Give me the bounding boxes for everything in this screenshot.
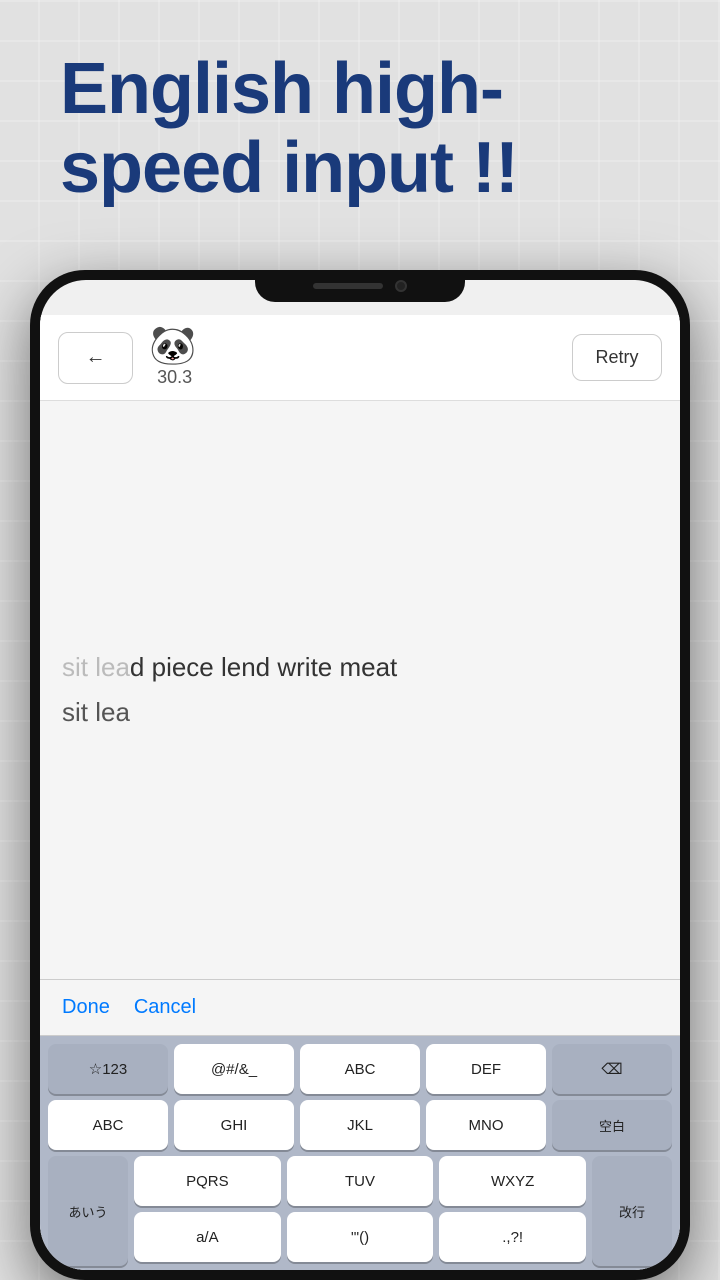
phone-notch (255, 270, 465, 302)
phone-screen: ← 🐼 30.3 Retry sit lead piece lend write… (40, 280, 680, 1270)
key-punct[interactable]: .,?! (439, 1212, 586, 1262)
key-aiue-label: あいう (68, 1202, 107, 1221)
key-abc2-label: ABC (93, 1117, 124, 1134)
key-pqrs-label: PQRS (186, 1173, 229, 1190)
panda-mascot: 🐼 30.3 (149, 327, 196, 388)
key-wxyz[interactable]: WXYZ (439, 1156, 586, 1206)
keyboard-row-1: ☆123 @#/&_ ABC DEF ⌫ (48, 1044, 672, 1094)
input-text: sit lea (62, 697, 658, 728)
panda-emoji: 🐼 (149, 327, 196, 365)
notch-camera (395, 280, 407, 292)
key-abc2[interactable]: ABC (48, 1100, 168, 1150)
key-abc[interactable]: ABC (300, 1044, 420, 1094)
keyboard-row-2: ABC GHI JKL MNO 空白 (48, 1100, 672, 1150)
key-quotes[interactable]: '"() (287, 1212, 434, 1262)
key-quotes-label: '"() (351, 1229, 369, 1246)
text-area: sit lead piece lend write meat sit lea (40, 401, 680, 979)
key-punct-label: .,?! (502, 1229, 523, 1246)
key-space-kanji[interactable]: 空白 (552, 1100, 672, 1150)
key-star123[interactable]: ☆123 (48, 1044, 168, 1094)
done-button[interactable]: Done (62, 996, 110, 1019)
typed-text: sit lea (62, 652, 130, 682)
key-aiue[interactable]: あいう (48, 1156, 128, 1266)
action-bar: Done Cancel (40, 980, 680, 1036)
key-ghi-label: GHI (221, 1117, 248, 1134)
key-abc-label: ABC (345, 1061, 376, 1078)
remaining-text: d piece lend write meat (130, 652, 397, 682)
key-pqrs[interactable]: PQRS (134, 1156, 281, 1206)
top-bar: ← 🐼 30.3 Retry (40, 315, 680, 401)
phone-frame: ← 🐼 30.3 Retry sit lead piece lend write… (30, 270, 690, 1280)
retry-button[interactable]: Retry (572, 334, 662, 381)
keyboard-row-34: あいう PQRS TUV WXYZ (48, 1156, 672, 1266)
back-arrow-icon: ← (86, 346, 106, 369)
target-text: sit lead piece lend write meat (62, 652, 658, 683)
keyboard-middle-keys: PQRS TUV WXYZ a/A (134, 1156, 586, 1266)
keyboard-row-3: PQRS TUV WXYZ (134, 1156, 586, 1206)
key-jkl[interactable]: JKL (300, 1100, 420, 1150)
key-shift-label: a/A (196, 1229, 219, 1246)
back-button[interactable]: ← (58, 332, 133, 384)
keyboard: ☆123 @#/&_ ABC DEF ⌫ (40, 1036, 680, 1270)
key-jkl-label: JKL (347, 1117, 373, 1134)
key-mno[interactable]: MNO (426, 1100, 546, 1150)
backspace-icon: ⌫ (601, 1060, 622, 1078)
key-enter[interactable]: 改行 (592, 1156, 672, 1266)
key-ghi[interactable]: GHI (174, 1100, 294, 1150)
key-def-label: DEF (471, 1061, 501, 1078)
hero-title: English high-speed input !! (60, 50, 660, 208)
key-tuv[interactable]: TUV (287, 1156, 434, 1206)
key-symbols-label: @#/&_ (211, 1061, 257, 1078)
score-display: 30.3 (157, 367, 192, 388)
notch-speaker (313, 283, 383, 289)
keyboard-row-4: a/A '"() .,?! (134, 1212, 586, 1262)
key-def[interactable]: DEF (426, 1044, 546, 1094)
cancel-button[interactable]: Cancel (134, 996, 196, 1019)
key-backspace[interactable]: ⌫ (552, 1044, 672, 1094)
key-space-kanji-label: 空白 (599, 1116, 625, 1135)
key-mno-label: MNO (469, 1117, 504, 1134)
key-tuv-label: TUV (345, 1173, 375, 1190)
key-enter-label: 改行 (619, 1202, 645, 1221)
key-shift[interactable]: a/A (134, 1212, 281, 1262)
hero-section: English high-speed input !! (60, 50, 660, 208)
key-wxyz-label: WXYZ (491, 1173, 534, 1190)
key-symbols[interactable]: @#/&_ (174, 1044, 294, 1094)
app-content: ← 🐼 30.3 Retry sit lead piece lend write… (40, 315, 680, 1270)
key-star123-label: ☆123 (89, 1060, 127, 1078)
